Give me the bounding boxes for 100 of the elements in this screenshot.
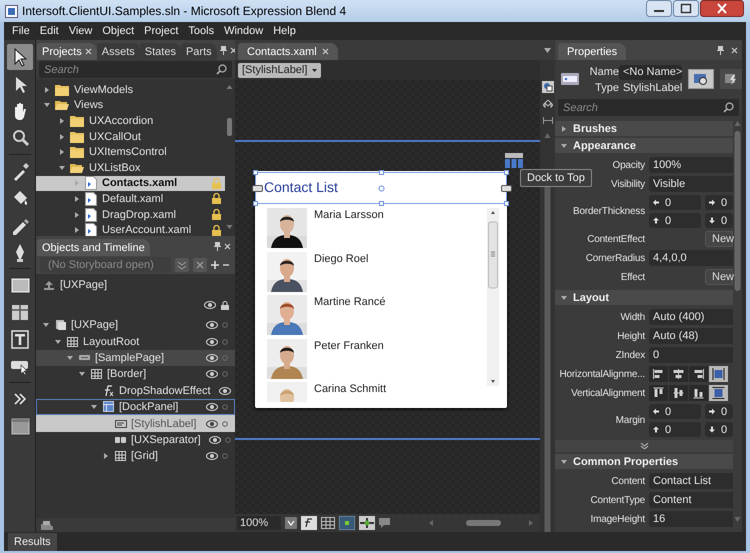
document-tab[interactable]: Contacts.xaml	[238, 43, 338, 60]
menu-item[interactable]: Project	[144, 25, 178, 37]
expanded-arrow-icon[interactable]	[91, 404, 97, 410]
tree-item[interactable]: [DockPanel]	[36, 398, 235, 416]
search-icon[interactable]	[723, 102, 734, 113]
collapsed-arrow-icon[interactable]	[74, 227, 80, 234]
move-icon[interactable]	[542, 100, 552, 110]
panel-tab[interactable]: Parts	[180, 43, 217, 60]
layers-icon[interactable]	[40, 520, 54, 530]
menu-item[interactable]: Window	[224, 25, 264, 37]
alignment-button[interactable]	[669, 366, 688, 382]
eye-icon[interactable]	[206, 420, 218, 428]
grid-icon[interactable]	[321, 517, 335, 529]
expanded-arrow-icon[interactable]	[561, 294, 567, 300]
menu-item[interactable]: Edit	[40, 25, 59, 37]
collapsed-arrow-icon[interactable]	[59, 118, 65, 124]
tree-item[interactable]: DropShadowEffect	[36, 382, 235, 399]
lock-toggle-icon[interactable]	[222, 338, 228, 345]
collapsed-arrow-icon[interactable]	[44, 86, 50, 93]
expanded-arrow-icon[interactable]	[44, 102, 50, 108]
snap-lines-icon[interactable]	[359, 516, 375, 530]
lock-toggle-icon[interactable]	[222, 371, 228, 378]
new-button[interactable]: New	[705, 231, 733, 247]
value-field[interactable]: Auto (48)	[649, 328, 733, 344]
lock-toggle-icon[interactable]	[224, 436, 231, 443]
tree-item[interactable]: [Border]	[36, 366, 235, 383]
value-field[interactable]: 0	[649, 213, 701, 228]
value-field[interactable]: 0	[705, 422, 733, 437]
value-field[interactable]: Visible	[649, 176, 733, 192]
tree-item[interactable]: [SamplePage]	[36, 350, 235, 366]
width-icon[interactable]	[542, 117, 552, 124]
alignment-button[interactable]	[709, 366, 728, 382]
value-field[interactable]: 0	[705, 213, 733, 228]
expanded-arrow-icon[interactable]	[79, 371, 85, 378]
lock-icon[interactable]	[221, 300, 229, 310]
tree-item[interactable]: [Grid]	[36, 448, 235, 465]
collapsed-arrow-icon[interactable]	[74, 212, 80, 218]
panel-tab[interactable]: States	[140, 43, 181, 60]
resize-handle[interactable]	[504, 170, 509, 175]
value-field[interactable]: Contact List	[649, 473, 733, 489]
value-field[interactable]: 0	[649, 195, 701, 210]
breadcrumb-button[interactable]: [StylishLabel]	[238, 62, 322, 78]
expanded-arrow-icon[interactable]	[561, 142, 567, 148]
panel-tab[interactable]: Properties	[558, 43, 626, 60]
tree-item[interactable]: Contacts.xaml	[36, 176, 225, 192]
pan-mode-icon[interactable]	[542, 81, 554, 93]
tree-item[interactable]: UXItemsControl	[36, 144, 225, 160]
collapsed-arrow-icon[interactable]	[103, 453, 109, 460]
minimize-button[interactable]	[646, 0, 672, 17]
results-tab[interactable]: Results	[8, 533, 57, 551]
maximize-button[interactable]	[673, 0, 699, 17]
section-header[interactable]: Brushes	[555, 121, 733, 136]
properties-view-button[interactable]	[688, 69, 714, 89]
add-icon[interactable]	[211, 261, 219, 269]
zoom-field[interactable]: 100%	[237, 516, 281, 530]
value-field[interactable]: 0	[649, 404, 701, 419]
expanded-arrow-icon[interactable]	[59, 164, 65, 171]
dock-icon[interactable]	[505, 153, 523, 169]
expand-more-icon[interactable]	[640, 443, 648, 449]
value-field[interactable]: 0	[649, 347, 733, 363]
menu-item[interactable]: File	[12, 25, 30, 37]
close-icon[interactable]	[731, 46, 738, 54]
section-header[interactable]: Layout	[555, 290, 733, 305]
close-icon[interactable]	[84, 48, 92, 55]
pin-icon[interactable]	[214, 242, 221, 250]
storyboard-field[interactable]: (No Storyboard open)	[40, 257, 171, 273]
tree-item[interactable]: UXAccordion	[36, 113, 225, 129]
snap-grid-icon[interactable]	[339, 516, 355, 530]
resize-handle[interactable]	[379, 201, 384, 206]
annotation-icon[interactable]	[379, 518, 390, 528]
tree-item[interactable]: UXListBox	[36, 160, 225, 176]
section-header[interactable]: Appearance	[555, 138, 733, 153]
expanded-arrow-icon[interactable]	[43, 322, 49, 328]
tree-item[interactable]: Views	[36, 98, 225, 114]
events-view-button[interactable]	[720, 69, 742, 89]
collapsed-arrow-icon[interactable]	[59, 134, 65, 140]
menu-item[interactable]: View	[68, 25, 92, 37]
expanded-arrow-icon[interactable]	[67, 354, 73, 361]
panel-tab[interactable]: Projects	[37, 43, 97, 60]
effects-toggle-icon[interactable]	[301, 516, 317, 530]
scope-up-icon[interactable]	[44, 280, 54, 290]
tree-item[interactable]: LayoutRoot	[36, 333, 235, 350]
scrollbar[interactable]	[487, 208, 499, 386]
expanded-arrow-icon[interactable]	[561, 458, 567, 464]
alignment-button[interactable]	[689, 366, 708, 382]
alignment-button[interactable]	[709, 385, 728, 401]
new-button[interactable]: New	[705, 269, 733, 285]
search-icon[interactable]	[216, 64, 227, 75]
alignment-button[interactable]	[649, 385, 668, 401]
value-field[interactable]: 16	[649, 511, 733, 527]
value-field[interactable]: 0	[649, 422, 701, 437]
tree-item[interactable]: Default.xaml	[36, 191, 225, 207]
tree-item[interactable]: [UXPage]	[36, 317, 235, 334]
menu-item[interactable]: Tools	[188, 25, 214, 37]
menu-item[interactable]: Help	[273, 25, 296, 37]
dropdown-arrow-icon[interactable]	[544, 48, 551, 52]
lock-toggle-icon[interactable]	[222, 404, 228, 410]
collapsed-arrow-icon[interactable]	[59, 149, 65, 156]
alignment-button[interactable]	[689, 385, 708, 401]
section-header[interactable]: Common Properties	[555, 454, 733, 469]
